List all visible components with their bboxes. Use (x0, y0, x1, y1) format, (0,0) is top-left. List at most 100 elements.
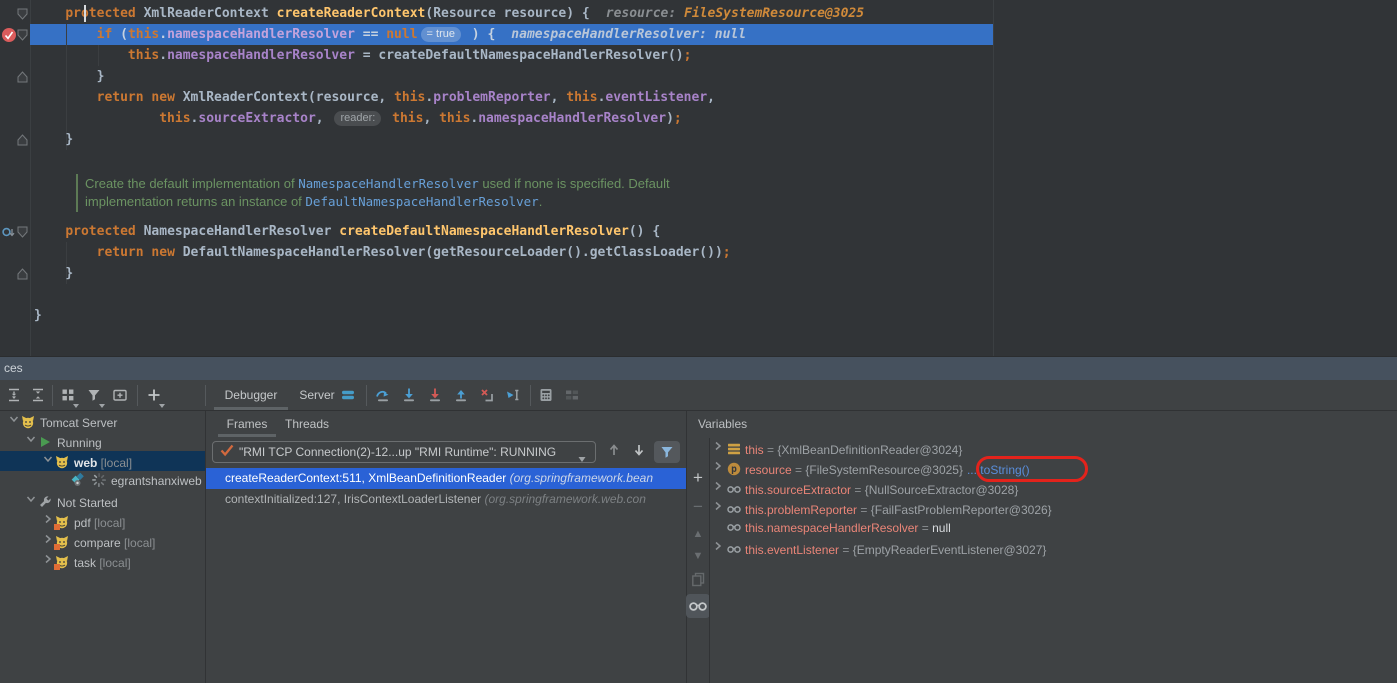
run-to-cursor-icon[interactable] (505, 387, 523, 405)
service-item-task[interactable]: task [local] (0, 551, 205, 571)
frame-down-icon[interactable] (631, 442, 651, 462)
service-item-running[interactable]: Running (0, 431, 205, 451)
inlay-hint-chip[interactable]: = true (421, 27, 461, 42)
tomcat-stopped-icon (54, 514, 70, 530)
doc-text: implementation returns an instance of (85, 194, 305, 209)
frame-package: (org.springframework.bean (510, 471, 653, 485)
step-out-icon[interactable] (453, 387, 471, 405)
frame-location: contextInitialized:127, IrisContextLoade… (225, 492, 484, 506)
chevron-right-icon[interactable] (40, 551, 54, 573)
code-token: ) (666, 111, 674, 126)
equals-sign: = (764, 443, 778, 457)
variable-name: this (745, 443, 764, 457)
service-item-egrantshanxiweb[interactable]: egrantshanxiweb (0, 471, 205, 491)
inline-hint-text: resource: (606, 6, 684, 21)
tool-window-title: ces (4, 361, 23, 375)
chevron-down-icon[interactable] (23, 431, 37, 453)
force-step-into-icon[interactable] (427, 387, 445, 405)
fold-end-marker[interactable] (17, 268, 28, 280)
code-line[interactable]: } (34, 66, 104, 87)
tab-server[interactable]: Server (288, 380, 346, 410)
fold-start-marker[interactable] (17, 8, 28, 20)
tab-label: Server (299, 388, 334, 402)
chevron-down-icon[interactable] (23, 491, 37, 513)
code-line[interactable]: return new DefaultNamespaceHandlerResolv… (34, 242, 731, 263)
code-line[interactable]: this.sourceExtractor, reader: this, this… (34, 108, 682, 129)
indentation (34, 27, 97, 42)
frame-up-icon[interactable] (606, 442, 626, 462)
variable-value: {XmlBeanDefinitionReader@3024} (777, 443, 962, 457)
hide-frames-filter-button[interactable] (654, 441, 680, 463)
toolbar-separator (366, 385, 367, 406)
services-tree[interactable]: Tomcat ServerRunningweb [local]egrantsha… (0, 411, 205, 683)
code-token: XmlReaderContext(resource, (175, 90, 394, 105)
service-item-not-started[interactable]: Not Started (0, 491, 205, 511)
indentation (34, 132, 65, 147)
code-line[interactable]: } (34, 129, 73, 150)
thread-selector-dropdown[interactable]: "RMI TCP Connection(2)-12...up "RMI Runt… (212, 441, 596, 463)
evaluate-expression-icon[interactable] (538, 387, 556, 405)
fold-start-marker[interactable] (17, 226, 28, 238)
code-line[interactable]: this.namespaceHandlerResolver = createDe… (34, 45, 691, 66)
tab-frames[interactable]: Frames (218, 411, 276, 437)
chevron-right-icon[interactable] (710, 478, 726, 500)
inlay-hint-chip[interactable]: reader: (334, 111, 381, 126)
toolbar-separator (52, 385, 53, 406)
add-frame-icon[interactable] (112, 387, 130, 405)
variable-row-this-eventlistener[interactable]: this.eventListener = {EmptyReaderEventLi… (710, 538, 1397, 558)
svg-text:p: p (731, 464, 737, 475)
chevron-right-icon[interactable] (710, 458, 726, 480)
tostring-link[interactable]: ... toString() (967, 463, 1030, 477)
check-icon (219, 442, 235, 456)
chevron-down-icon[interactable] (6, 411, 20, 433)
chevron-right-icon[interactable] (710, 498, 726, 520)
stack-frame-row[interactable]: contextInitialized:127, IrisContextLoade… (206, 489, 686, 510)
chevron-right-icon[interactable] (40, 531, 54, 553)
code-line[interactable]: protected NamespaceHandlerResolver creat… (34, 221, 660, 242)
code-line[interactable]: if (this.namespaceHandlerResolver == nul… (34, 24, 746, 45)
service-item-label: Tomcat Server (40, 416, 117, 430)
frames-panel: FramesThreads "RMI TCP Connection(2)-12..… (206, 411, 686, 683)
restore-layout-icon[interactable] (564, 387, 582, 405)
code-line[interactable]: return new XmlReaderContext(resource, th… (34, 87, 715, 108)
breakpoint-icon[interactable] (2, 28, 16, 42)
service-item-compare[interactable]: compare [local] (0, 531, 205, 551)
collapse-all-icon[interactable] (30, 387, 48, 405)
variable-row-this[interactable]: this = {XmlBeanDefinitionReader@3024} (710, 438, 1397, 458)
frame-location: createReaderContext:511, XmlBeanDefiniti… (225, 471, 510, 485)
service-item-pdf[interactable]: pdf [local] (0, 511, 205, 531)
service-item-tomcat-server[interactable]: Tomcat Server (0, 411, 205, 431)
overridden-method-icon[interactable] (1, 225, 15, 239)
code-line[interactable]: } (34, 263, 73, 284)
stack-frame-row[interactable]: createReaderContext:511, XmlBeanDefiniti… (206, 468, 686, 489)
variables-panel-title: Variables (698, 411, 747, 437)
step-into-icon[interactable] (401, 387, 419, 405)
variable-row-this-sourceextractor[interactable]: this.sourceExtractor = {NullSourceExtrac… (710, 478, 1397, 498)
expand-all-icon[interactable] (6, 387, 24, 405)
chevron-right-icon[interactable] (710, 538, 726, 560)
fold-start-marker[interactable] (17, 29, 28, 41)
debugger-inline-hint: namespaceHandlerResolver: null (511, 27, 746, 42)
indentation (34, 69, 97, 84)
tab-threads[interactable]: Threads (276, 411, 338, 437)
chevron-right-icon[interactable] (710, 438, 726, 460)
code-line[interactable]: } (34, 305, 42, 326)
tab-debugger[interactable]: Debugger (214, 380, 288, 410)
code-token: createDefaultNamespaceHandlerResolver (339, 224, 629, 239)
tomcat-stopped-icon (54, 554, 70, 570)
variable-row-this-namespacehandlerresolver[interactable]: this.namespaceHandlerResolver = null (710, 518, 1397, 538)
indentation (34, 90, 97, 105)
variable-name: this.namespaceHandlerResolver (745, 521, 918, 535)
variable-row-resource[interactable]: presource = {FileSystemResource@3025}...… (710, 458, 1397, 478)
service-item-web[interactable]: web [local] (0, 451, 205, 471)
step-over-icon[interactable] (375, 387, 393, 405)
fold-end-marker[interactable] (17, 134, 28, 146)
code-line[interactable]: protected XmlReaderContext createReaderC… (34, 3, 864, 24)
chevron-down-icon[interactable] (40, 451, 54, 473)
fold-end-marker[interactable] (17, 71, 28, 83)
code-token: = createDefaultNamespaceHandlerResolver(… (355, 48, 684, 63)
chevron-right-icon[interactable] (40, 511, 54, 533)
variable-row-this-problemreporter[interactable]: this.problemReporter = {FailFastProblemR… (710, 498, 1397, 518)
drop-frame-icon[interactable] (479, 387, 497, 405)
code-editor[interactable]: protected XmlReaderContext createReaderC… (0, 0, 1397, 356)
